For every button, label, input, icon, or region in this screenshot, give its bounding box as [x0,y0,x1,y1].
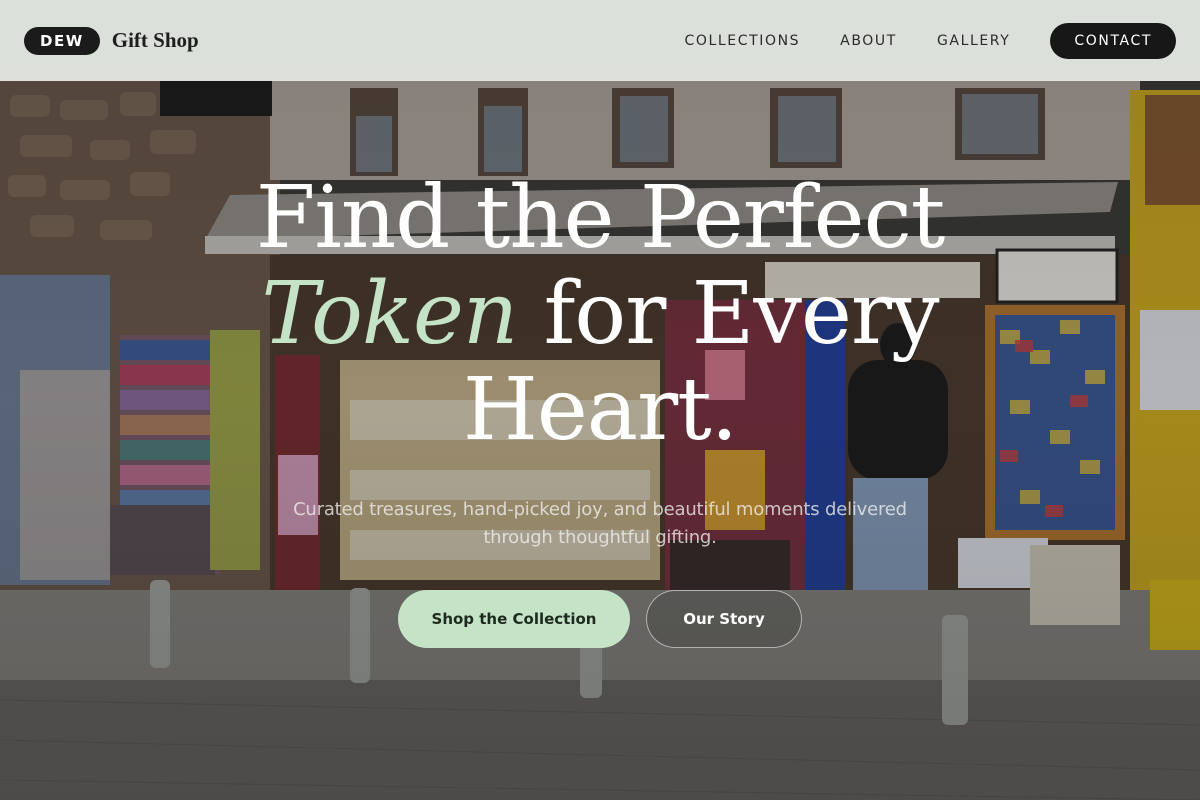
our-story-button[interactable]: Our Story [646,590,802,648]
nav-link-collections[interactable]: COLLECTIONS [684,33,800,49]
hero-title-accent: Token [261,264,518,364]
hero-section: Find the Perfect Token for Every Heart. … [0,170,1200,648]
hero-title-line2: for Every [517,264,940,364]
main-nav: COLLECTIONS ABOUT GALLERY CONTACT [684,22,1176,59]
hero-subtitle: Curated treasures, hand-picked joy, and … [293,499,907,548]
logo-badge[interactable]: DEW [24,26,100,55]
hero-title-line3: Heart. [462,360,738,460]
hero-title-line1: Find the Perfect [255,168,946,268]
brand-logo[interactable]: DEW Gift Shop [24,26,199,55]
hero-cta-group: Shop the Collection Our Story [0,590,1200,648]
shop-collection-button[interactable]: Shop the Collection [398,590,630,648]
site-header: DEW Gift Shop COLLECTIONS ABOUT GALLERY … [0,0,1200,81]
nav-link-gallery[interactable]: GALLERY [937,33,1010,49]
contact-button[interactable]: CONTACT [1050,22,1176,59]
logo-name[interactable]: Gift Shop [112,28,199,53]
hero-title: Find the Perfect Token for Every Heart. [0,170,1200,458]
nav-link-about[interactable]: ABOUT [840,33,897,49]
